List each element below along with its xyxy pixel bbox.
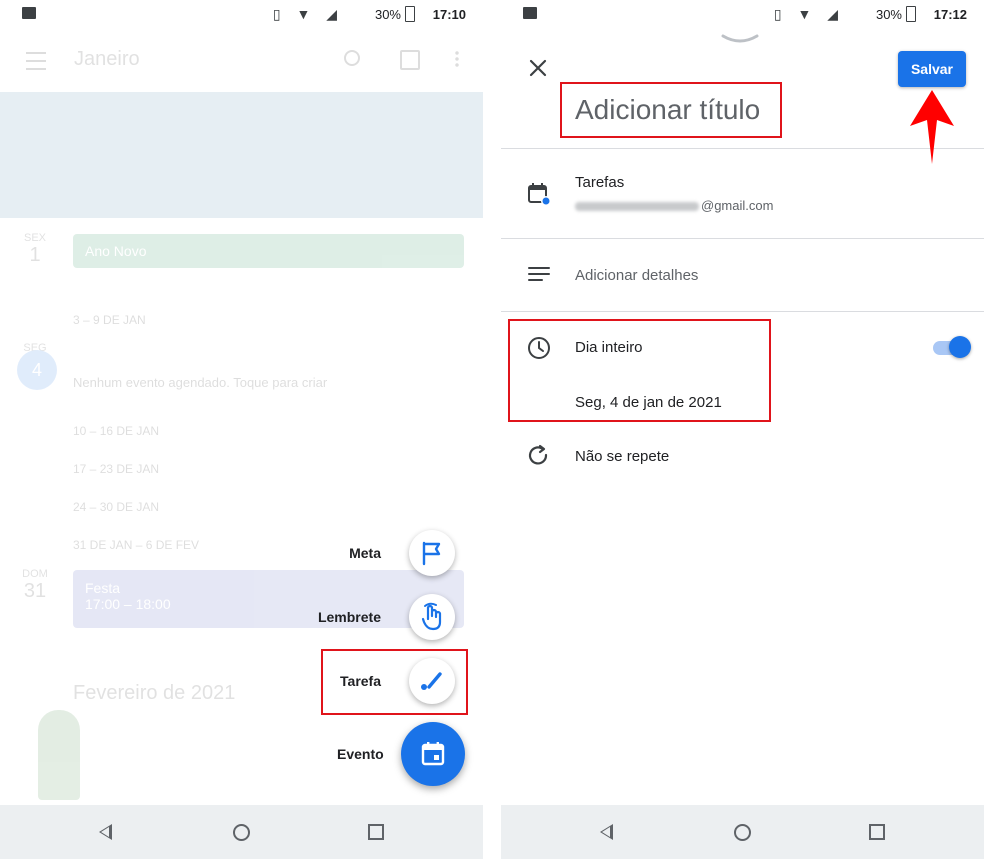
home-icon[interactable]	[734, 824, 751, 841]
save-button[interactable]: Salvar	[898, 51, 966, 87]
repeat-icon	[528, 444, 548, 465]
week-label: 3 – 9 DE JAN	[73, 313, 146, 327]
search-icon[interactable]	[344, 50, 360, 66]
divider	[501, 311, 984, 312]
today-circle: 4	[17, 350, 57, 390]
week-label: 17 – 23 DE JAN	[73, 462, 160, 476]
clock: 17:12	[933, 7, 967, 22]
week-label: 31 DE JAN – 6 DE FEV	[73, 538, 200, 552]
menu-icon[interactable]	[26, 52, 46, 70]
goal-label: Meta	[349, 545, 381, 561]
highlight-box-task	[321, 649, 468, 715]
no-event-text[interactable]: Nenhum evento agendado. Toque para criar	[73, 375, 327, 390]
right-screen: ▯ ▼ ◢ 30% 17:12 Salvar Adicionar título …	[501, 0, 984, 859]
speed-dial-reminder[interactable]: Lembrete	[318, 594, 455, 640]
day-of-week: DOM	[22, 568, 48, 580]
battery-percent: 30%	[875, 7, 902, 22]
navigation-bar	[501, 805, 984, 859]
calendar-list-icon	[528, 183, 551, 206]
today-icon[interactable]	[400, 50, 420, 70]
day-number: 1	[29, 244, 41, 266]
screen-separator	[483, 0, 501, 859]
email-domain: @gmail.com	[701, 198, 774, 213]
recents-icon[interactable]	[869, 824, 885, 840]
all-day-toggle[interactable]	[933, 336, 971, 358]
signal-icons: ▯ ▼ ◢	[773, 6, 844, 22]
highlight-box-date	[508, 319, 771, 422]
left-screen: ▯ ▼ ◢ 30% 17:10 Janeiro SEX 1 Ano Novo 3…	[0, 0, 483, 859]
back-icon[interactable]	[99, 824, 112, 840]
more-icon[interactable]	[455, 50, 459, 68]
battery-icon	[906, 6, 916, 22]
month-selector[interactable]: Janeiro	[74, 48, 140, 71]
date-label: DOM 31	[18, 568, 52, 603]
month-banner	[0, 92, 483, 218]
divider	[501, 238, 984, 239]
date-label: SEX 1	[18, 232, 52, 267]
week-label: 10 – 16 DE JAN	[73, 424, 160, 438]
goal-button[interactable]	[409, 530, 455, 576]
image-notification-icon	[22, 7, 36, 19]
account-email: @gmail.com	[575, 198, 773, 213]
highlight-box-title	[560, 82, 782, 138]
clock: 17:10	[432, 7, 466, 22]
signal-icons: ▯ ▼ ◢	[272, 6, 343, 22]
event-label: Evento	[337, 746, 384, 762]
repeat-field[interactable]: Não se repete	[575, 448, 669, 465]
speed-dial-goal[interactable]: Meta	[349, 530, 455, 576]
reminder-button[interactable]	[409, 594, 455, 640]
reminder-label: Lembrete	[317, 609, 381, 625]
battery-icon	[405, 6, 415, 22]
week-label: 24 – 30 DE JAN	[73, 500, 160, 514]
back-icon[interactable]	[600, 824, 613, 840]
new-event-button[interactable]	[401, 722, 465, 786]
blurred-email	[575, 202, 699, 212]
image-notification-icon	[523, 7, 537, 19]
arrow-up-icon	[910, 90, 954, 164]
month-illustration	[38, 710, 80, 800]
toggle-thumb	[949, 336, 971, 358]
status-bar: ▯ ▼ ◢ 30% 17:10	[0, 0, 483, 30]
status-bar: ▯ ▼ ◢ 30% 17:12	[501, 0, 984, 30]
calendar-icon	[421, 742, 445, 766]
task-list-name[interactable]: Tarefas	[575, 174, 624, 191]
close-icon[interactable]	[529, 59, 547, 77]
month-header: Fevereiro de 2021	[73, 682, 236, 704]
navigation-bar	[0, 805, 483, 859]
details-input[interactable]: Adicionar detalhes	[575, 267, 698, 284]
battery-percent: 30%	[374, 7, 401, 22]
home-icon[interactable]	[233, 824, 250, 841]
hand-icon	[421, 602, 442, 631]
event-chip[interactable]: Ano Novo	[73, 234, 464, 268]
flag-icon	[422, 541, 441, 566]
day-number: 31	[23, 580, 47, 602]
day-of-week: SEX	[23, 232, 46, 244]
drag-handle-icon[interactable]	[720, 34, 760, 44]
details-icon	[528, 267, 550, 281]
recents-icon[interactable]	[368, 824, 384, 840]
